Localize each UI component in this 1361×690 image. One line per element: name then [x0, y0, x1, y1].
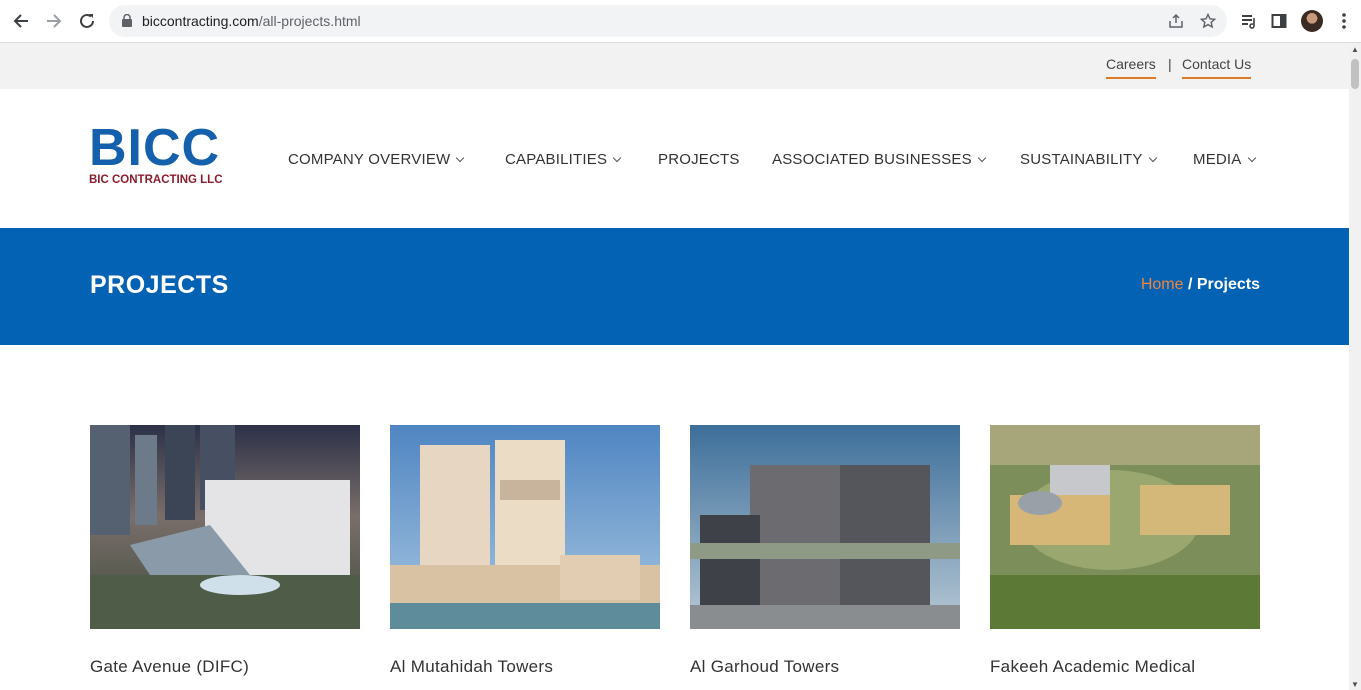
chevron-down-icon [1148, 153, 1157, 163]
site-header: BICC BIC CONTRACTING LLC COMPANY OVERVIE… [0, 89, 1349, 228]
web-page: Careers | Contact Us BICC BIC CONTRACTIN… [0, 43, 1349, 690]
address-bar[interactable]: biccontracting.com/all-projects.html [109, 5, 1227, 37]
profile-avatar[interactable] [1301, 10, 1323, 32]
nav-capabilities[interactable]: CAPABILITIES [505, 151, 622, 171]
scroll-up-arrow-icon[interactable]: ▲ [1351, 45, 1359, 54]
forward-icon[interactable] [42, 9, 66, 33]
scrollbar-thumb[interactable] [1351, 59, 1359, 89]
lock-icon [122, 14, 132, 27]
project-image[interactable] [390, 425, 660, 629]
breadcrumb: Home / Projects [1141, 276, 1260, 294]
reload-icon[interactable] [75, 9, 99, 33]
chevron-down-icon [612, 153, 622, 163]
nav-label: CAPABILITIES [505, 151, 608, 168]
project-title[interactable]: Al Mutahidah Towers [390, 657, 553, 677]
page-title: PROJECTS [90, 271, 229, 299]
utility-bar: Careers | Contact Us [0, 43, 1349, 89]
breadcrumb-home-link[interactable]: Home [1141, 276, 1184, 293]
project-card[interactable]: Fakeeh Academic Medical [990, 425, 1260, 676]
project-image[interactable] [90, 425, 360, 629]
nav-label: SUSTAINABILITY [1020, 151, 1143, 168]
project-title[interactable]: Fakeeh Academic Medical [990, 657, 1195, 677]
project-card[interactable]: Gate Avenue (DIFC) [90, 425, 360, 676]
logo-subtitle: BIC CONTRACTING LLC [89, 174, 223, 186]
chevron-down-icon [977, 153, 987, 163]
project-image[interactable] [990, 425, 1260, 629]
bookmark-star-icon[interactable] [1199, 12, 1217, 30]
nav-associated-businesses[interactable]: ASSOCIATED BUSINESSES [772, 151, 987, 171]
utility-separator: | [1168, 56, 1172, 72]
nav-label: ASSOCIATED BUSINESSES [772, 151, 972, 168]
url-text: biccontracting.com/all-projects.html [142, 13, 361, 29]
page-banner: PROJECTS Home / Projects [0, 228, 1349, 345]
project-card[interactable]: Al Mutahidah Towers [390, 425, 660, 676]
menu-kebab-icon[interactable] [1333, 10, 1355, 32]
nav-company-overview[interactable]: COMPANY OVERVIEW [288, 151, 465, 171]
bicc-logo[interactable]: BICC BIC CONTRACTING LLC [89, 122, 229, 198]
scroll-down-arrow-icon[interactable]: ▼ [1351, 680, 1359, 689]
careers-link[interactable]: Careers [1106, 56, 1156, 79]
nav-sustainability[interactable]: SUSTAINABILITY [1020, 151, 1157, 171]
chevron-down-icon [456, 153, 465, 163]
breadcrumb-current: Projects [1196, 276, 1260, 293]
project-title[interactable]: Gate Avenue (DIFC) [90, 657, 249, 677]
nav-projects[interactable]: PROJECTS [658, 151, 740, 171]
contact-us-link[interactable]: Contact Us [1182, 56, 1252, 79]
chevron-down-icon [1247, 153, 1256, 163]
page-scrollbar[interactable]: ▲ ▼ [1349, 43, 1361, 690]
project-title[interactable]: Al Garhoud Towers [690, 657, 839, 677]
nav-label: PROJECTS [658, 151, 740, 168]
nav-label: MEDIA [1193, 151, 1242, 168]
logo-wordmark: BICC [89, 119, 221, 177]
share-icon[interactable] [1167, 12, 1185, 30]
breadcrumb-separator: / [1187, 276, 1193, 293]
nav-media[interactable]: MEDIA [1193, 151, 1256, 171]
nav-label: COMPANY OVERVIEW [288, 151, 451, 168]
reading-list-icon[interactable] [1238, 10, 1260, 32]
back-icon[interactable] [9, 9, 33, 33]
project-card[interactable]: Al Garhoud Towers [690, 425, 960, 676]
side-panel-icon[interactable] [1268, 10, 1290, 32]
project-image[interactable] [690, 425, 960, 629]
browser-toolbar: biccontracting.com/all-projects.html [0, 0, 1361, 43]
